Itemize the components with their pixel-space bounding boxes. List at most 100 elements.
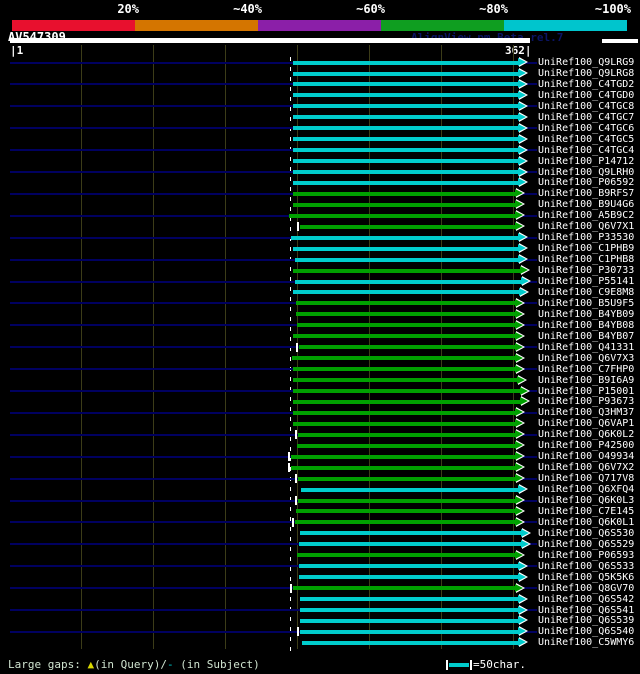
hit-label[interactable]: UniRef100_P15001 xyxy=(538,386,634,397)
hit-label[interactable]: UniRef100_C4TGD0 xyxy=(538,90,634,101)
alignment-bar[interactable] xyxy=(293,180,518,185)
hit-label[interactable]: UniRef100_C4TGC7 xyxy=(538,112,634,123)
alignment-bar[interactable] xyxy=(297,443,515,448)
hit-label[interactable]: UniRef100_B4YB07 xyxy=(538,331,634,342)
hit-label[interactable]: UniRef100_C7FHP0 xyxy=(538,364,634,375)
hit-label[interactable]: UniRef100_Q41331 xyxy=(538,342,634,353)
hit-label[interactable]: UniRef100_Q6S539 xyxy=(538,615,634,626)
hit-label[interactable]: UniRef100_Q9LRG8 xyxy=(538,68,634,79)
alignment-bar[interactable] xyxy=(295,520,515,525)
hit-label[interactable]: UniRef100_B5U9F5 xyxy=(538,298,634,309)
alignment-bar[interactable] xyxy=(293,367,515,372)
hit-label[interactable]: UniRef100_P06593 xyxy=(538,550,634,561)
alignment-bar[interactable] xyxy=(293,191,515,196)
alignment-bar[interactable] xyxy=(296,509,515,514)
hit-label[interactable]: UniRef100_Q6VAP1 xyxy=(538,418,634,429)
hit-label[interactable]: UniRef100_P33530 xyxy=(538,232,634,243)
hit-label[interactable]: UniRef100_Q6XFQ4 xyxy=(538,484,634,495)
alignment-bar[interactable] xyxy=(293,378,517,382)
alignment-bar[interactable] xyxy=(301,487,518,492)
alignment-bar[interactable] xyxy=(299,564,518,569)
hit-label[interactable]: UniRef100_Q9LRG9 xyxy=(538,57,634,68)
alignment-bar[interactable] xyxy=(293,115,518,120)
alignment-bar[interactable] xyxy=(299,345,515,350)
alignment-bar[interactable] xyxy=(296,312,515,317)
hit-label[interactable]: UniRef100_O49934 xyxy=(538,451,634,462)
alignment-bar[interactable] xyxy=(300,618,518,623)
hit-label[interactable]: UniRef100_Q8GV70 xyxy=(538,583,634,594)
alignment-bar[interactable] xyxy=(293,246,518,251)
hit-label[interactable]: UniRef100_Q717V8 xyxy=(538,473,634,484)
alignment-bar[interactable] xyxy=(299,542,521,547)
alignment-bar[interactable] xyxy=(293,137,518,142)
hit-label[interactable]: UniRef100_B9RFS7 xyxy=(538,188,634,199)
hit-label[interactable]: UniRef100_Q6K0L2 xyxy=(538,429,634,440)
alignment-bar[interactable] xyxy=(293,202,515,207)
hit-label[interactable]: UniRef100_B9U4G6 xyxy=(538,199,634,210)
alignment-bar[interactable] xyxy=(293,126,518,131)
hit-label[interactable]: UniRef100_B4YB08 xyxy=(538,320,634,331)
hit-label[interactable]: UniRef100_Q6S533 xyxy=(538,561,634,572)
hit-label[interactable]: UniRef100_C9E8M8 xyxy=(538,287,634,298)
hit-label[interactable]: UniRef100_Q6V7X3 xyxy=(538,353,634,364)
hit-label[interactable]: UniRef100_Q6K0L3 xyxy=(538,495,634,506)
alignment-bar[interactable] xyxy=(293,399,520,404)
hit-label[interactable]: UniRef100_Q6K0L1 xyxy=(538,517,634,528)
alignment-bar[interactable] xyxy=(300,531,521,536)
alignment-bar[interactable] xyxy=(298,476,515,481)
alignment-bar[interactable] xyxy=(291,235,518,240)
hit-label[interactable]: UniRef100_C4TGC6 xyxy=(538,123,634,134)
hit-label[interactable]: UniRef100_C5WMY6 xyxy=(538,637,634,648)
hit-label[interactable]: UniRef100_C4TGC4 xyxy=(538,145,634,156)
hit-label[interactable]: UniRef100_B9I6A9 xyxy=(538,375,634,386)
hit-label[interactable]: UniRef100_C7E145 xyxy=(538,506,634,517)
alignment-bar[interactable] xyxy=(293,148,518,153)
alignment-bar[interactable] xyxy=(293,334,515,339)
alignment-bar[interactable] xyxy=(293,60,518,65)
alignment-bar[interactable] xyxy=(291,454,515,459)
alignment-bar[interactable] xyxy=(300,224,515,229)
hit-label[interactable]: UniRef100_Q6V7X1 xyxy=(538,221,634,232)
alignment-bar[interactable] xyxy=(298,432,515,437)
hit-label[interactable]: UniRef100_B4YB09 xyxy=(538,309,634,320)
hit-label[interactable]: UniRef100_P55141 xyxy=(538,276,634,287)
hit-label[interactable]: UniRef100_P06592 xyxy=(538,177,634,188)
alignment-bar[interactable] xyxy=(296,301,515,306)
alignment-bar[interactable] xyxy=(293,104,518,109)
hit-label[interactable]: UniRef100_P93673 xyxy=(538,396,634,407)
hit-label[interactable]: UniRef100_Q6S540 xyxy=(538,626,634,637)
alignment-bar[interactable] xyxy=(302,640,518,645)
alignment-bar[interactable] xyxy=(293,170,518,174)
alignment-bar[interactable] xyxy=(293,586,515,591)
alignment-bar[interactable] xyxy=(300,597,518,601)
alignment-bar[interactable] xyxy=(293,159,518,164)
alignment-bar[interactable] xyxy=(293,71,518,76)
alignment-bar[interactable] xyxy=(293,290,519,295)
alignment-bar[interactable] xyxy=(297,553,515,558)
alignment-bar[interactable] xyxy=(297,323,515,328)
hit-label[interactable]: UniRef100_Q9LRH0 xyxy=(538,167,634,178)
hit-label[interactable]: UniRef100_C4TGC5 xyxy=(538,134,634,145)
hit-label[interactable]: UniRef100_C4TGC8 xyxy=(538,101,634,112)
hit-label[interactable]: UniRef100_Q6V7X2 xyxy=(538,462,634,473)
alignment-bar[interactable] xyxy=(295,257,518,262)
hit-label[interactable]: UniRef100_C4TGD2 xyxy=(538,79,634,90)
hit-label[interactable]: UniRef100_Q6S529 xyxy=(538,539,634,550)
alignment-bar[interactable] xyxy=(293,410,515,415)
hit-label[interactable]: UniRef100_P14712 xyxy=(538,156,634,167)
hit-label[interactable]: UniRef100_Q6S541 xyxy=(538,605,634,616)
hit-label[interactable]: UniRef100_P42500 xyxy=(538,440,634,451)
alignment-bar[interactable] xyxy=(291,465,515,470)
hit-label[interactable]: UniRef100_C1PHB9 xyxy=(538,243,634,254)
alignment-bar[interactable] xyxy=(292,356,515,361)
hit-label[interactable]: UniRef100_A5B9C2 xyxy=(538,210,634,221)
hit-label[interactable]: UniRef100_Q3HM37 xyxy=(538,407,634,418)
hit-label[interactable]: UniRef100_C1PHB8 xyxy=(538,254,634,265)
alignment-bar[interactable] xyxy=(293,93,518,98)
alignment-bar[interactable] xyxy=(289,213,515,218)
alignment-bar[interactable] xyxy=(293,389,520,393)
alignment-bar[interactable] xyxy=(300,629,518,634)
hit-label[interactable]: UniRef100_Q6S542 xyxy=(538,594,634,605)
hit-label[interactable]: UniRef100_Q5K5K6 xyxy=(538,572,634,583)
alignment-bar[interactable] xyxy=(300,608,518,612)
